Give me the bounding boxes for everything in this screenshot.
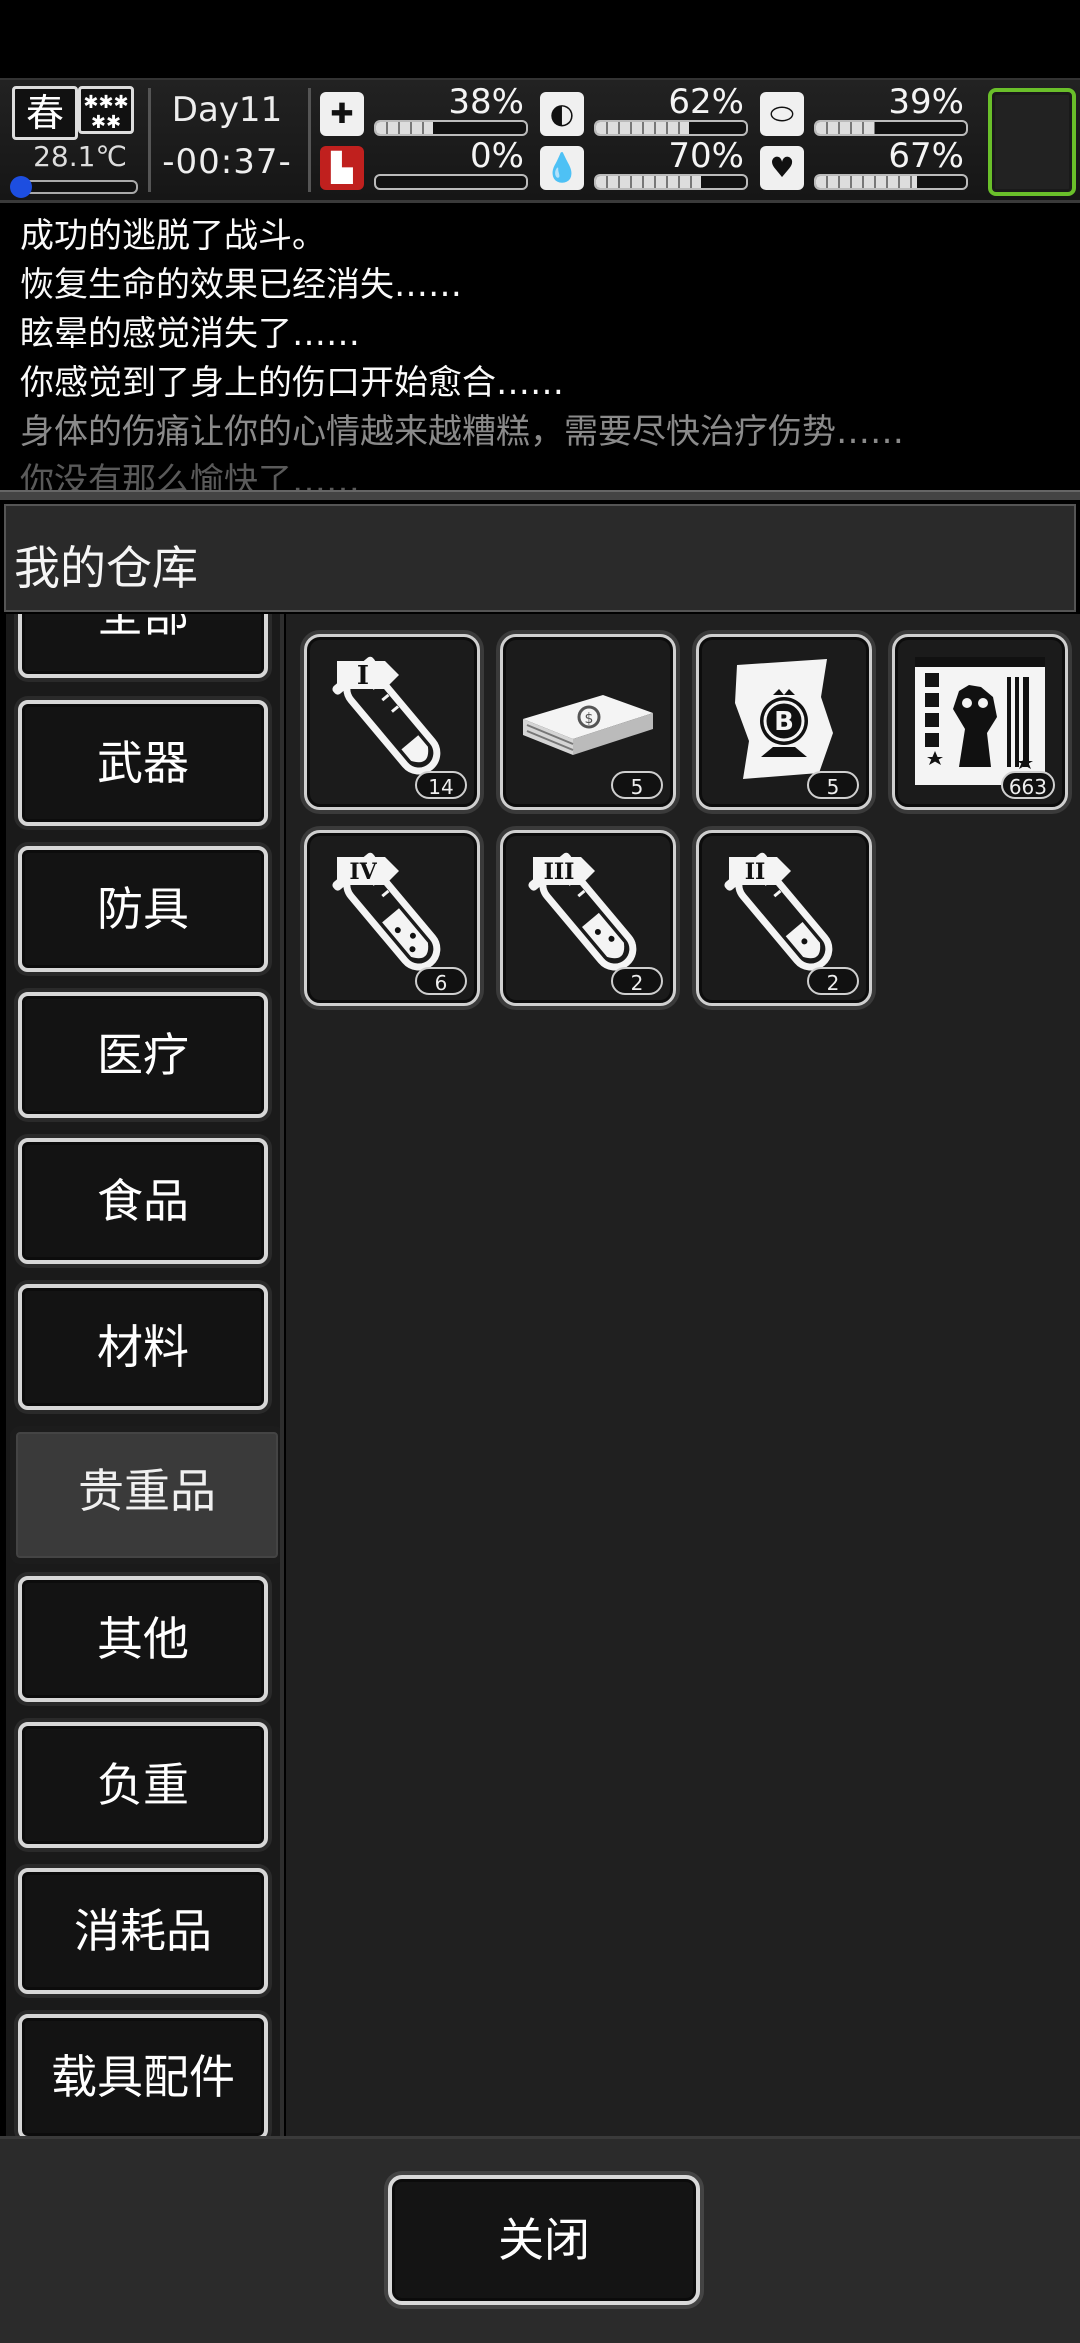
svg-text:I: I bbox=[357, 661, 369, 691]
category-armor-button[interactable]: 防具 bbox=[18, 846, 268, 972]
item-count: 5 bbox=[807, 771, 859, 799]
mood-stat: ♥ 67% bbox=[760, 136, 970, 192]
item-count: 5 bbox=[611, 771, 663, 799]
mood-bar-fill bbox=[816, 176, 917, 188]
message-log[interactable]: 成功的逃脱了战斗。 恢复生命的效果已经消失…… 眩晕的感觉消失了…… 你感觉到了… bbox=[0, 212, 1080, 492]
category-other-button[interactable]: 其他 bbox=[18, 1576, 268, 1702]
hunger-stat: ◐ 62% bbox=[540, 82, 750, 138]
health-stat: ✚ 38% bbox=[320, 82, 530, 138]
divider bbox=[148, 88, 151, 192]
item-grid: I 14 $ 5 B 5 663 IV 6 III 2 II 2 bbox=[286, 614, 1080, 2136]
hunger-percent: 62% bbox=[668, 82, 744, 122]
item-slot[interactable]: 663 bbox=[892, 634, 1068, 810]
temperature-bar bbox=[10, 176, 138, 198]
mood-percent: 67% bbox=[888, 136, 964, 176]
medicine-percent: 39% bbox=[888, 82, 964, 122]
injury-stat: ▙ 0% bbox=[320, 136, 530, 192]
footer: 关闭 bbox=[0, 2136, 1080, 2343]
item-count: 2 bbox=[611, 967, 663, 995]
temperature-indicator bbox=[10, 176, 32, 198]
thirst-bar-fill bbox=[596, 176, 701, 188]
svg-text:III: III bbox=[544, 859, 575, 885]
log-line: 成功的逃脱了战斗。 bbox=[20, 216, 326, 256]
log-line: 恢复生命的效果已经消失…… bbox=[20, 265, 462, 305]
thirst-bar bbox=[594, 174, 748, 190]
snow-icon: ✱✱✱ ✱✱ bbox=[78, 86, 134, 134]
category-valuables-button[interactable]: 贵重品 bbox=[10, 1426, 280, 1564]
temperature-label: 28.1℃ bbox=[33, 140, 127, 173]
quick-slot[interactable] bbox=[988, 88, 1076, 196]
category-food-button[interactable]: 食品 bbox=[18, 1138, 268, 1264]
log-line: 你没有那么愉快了…… bbox=[20, 461, 360, 492]
health-bar-fill bbox=[376, 122, 433, 134]
time-label: -00:37- bbox=[162, 142, 292, 182]
item-slot[interactable]: IV 6 bbox=[304, 830, 480, 1006]
log-line: 你感觉到了身上的伤口开始愈合…… bbox=[20, 363, 564, 403]
thirst-stat: 💧 70% bbox=[540, 136, 750, 192]
divider bbox=[308, 88, 311, 192]
leg-icon: ▙ bbox=[320, 146, 364, 190]
category-weapons-button[interactable]: 武器 bbox=[18, 700, 268, 826]
season-indicator: 春 bbox=[12, 86, 78, 140]
medicine-bar-fill bbox=[816, 122, 875, 134]
hunger-bar bbox=[594, 120, 748, 136]
category-all-button[interactable]: 全部 bbox=[18, 614, 268, 678]
mood-bar bbox=[814, 174, 968, 190]
log-line: 身体的伤痛让你的心情越来越糟糕，需要尽快治疗伤势…… bbox=[20, 412, 904, 452]
divider bbox=[0, 490, 1080, 500]
category-vehicle-parts-button[interactable]: 载具配件 bbox=[18, 2014, 268, 2136]
close-button[interactable]: 关闭 bbox=[388, 2175, 700, 2305]
item-count: 14 bbox=[415, 771, 467, 799]
svg-text:II: II bbox=[745, 859, 766, 885]
category-medical-button[interactable]: 医疗 bbox=[18, 992, 268, 1118]
category-sidebar[interactable]: 全部 武器 防具 医疗 食品 材料 贵重品 其他 负重 消耗品 载具配件 bbox=[6, 614, 284, 2136]
page-title: 我的仓库 bbox=[14, 541, 198, 595]
item-count: 6 bbox=[415, 967, 467, 995]
item-slot[interactable]: $ 5 bbox=[500, 634, 676, 810]
item-slot[interactable]: II 2 bbox=[696, 830, 872, 1006]
thirst-percent: 70% bbox=[668, 136, 744, 176]
day-label: Day11 bbox=[171, 90, 283, 130]
svg-text:B: B bbox=[774, 707, 794, 737]
injury-percent: 0% bbox=[470, 136, 524, 176]
health-bar bbox=[374, 120, 528, 136]
status-bar: 春 ✱✱✱ ✱✱ 28.1℃ Day11 -00:37- ✚ 38% ◐ 62% … bbox=[0, 78, 1080, 203]
item-count: 2 bbox=[807, 967, 859, 995]
medicine-stat: ⬭ 39% bbox=[760, 82, 970, 138]
pill-icon: ⬭ bbox=[760, 92, 804, 136]
warehouse-header: 我的仓库 bbox=[4, 504, 1076, 612]
stomach-icon: ◐ bbox=[540, 92, 584, 136]
heart-icon: ♥ bbox=[760, 146, 804, 190]
svg-text:IV: IV bbox=[349, 859, 377, 885]
medicine-bar bbox=[814, 120, 968, 136]
item-slot[interactable]: I 14 bbox=[304, 634, 480, 810]
hunger-bar-fill bbox=[596, 122, 689, 134]
health-percent: 38% bbox=[448, 82, 524, 122]
category-consumables-button[interactable]: 消耗品 bbox=[18, 1868, 268, 1994]
category-load-button[interactable]: 负重 bbox=[18, 1722, 268, 1848]
category-materials-button[interactable]: 材料 bbox=[18, 1284, 268, 1410]
item-count: 663 bbox=[1000, 771, 1055, 799]
water-drop-icon: 💧 bbox=[540, 146, 584, 190]
log-line: 眩晕的感觉消失了…… bbox=[20, 314, 360, 354]
medkit-icon: ✚ bbox=[320, 92, 364, 136]
injury-bar bbox=[374, 174, 528, 190]
item-slot[interactable]: III 2 bbox=[500, 830, 676, 1006]
svg-text:$: $ bbox=[585, 711, 594, 727]
item-slot[interactable]: B 5 bbox=[696, 634, 872, 810]
